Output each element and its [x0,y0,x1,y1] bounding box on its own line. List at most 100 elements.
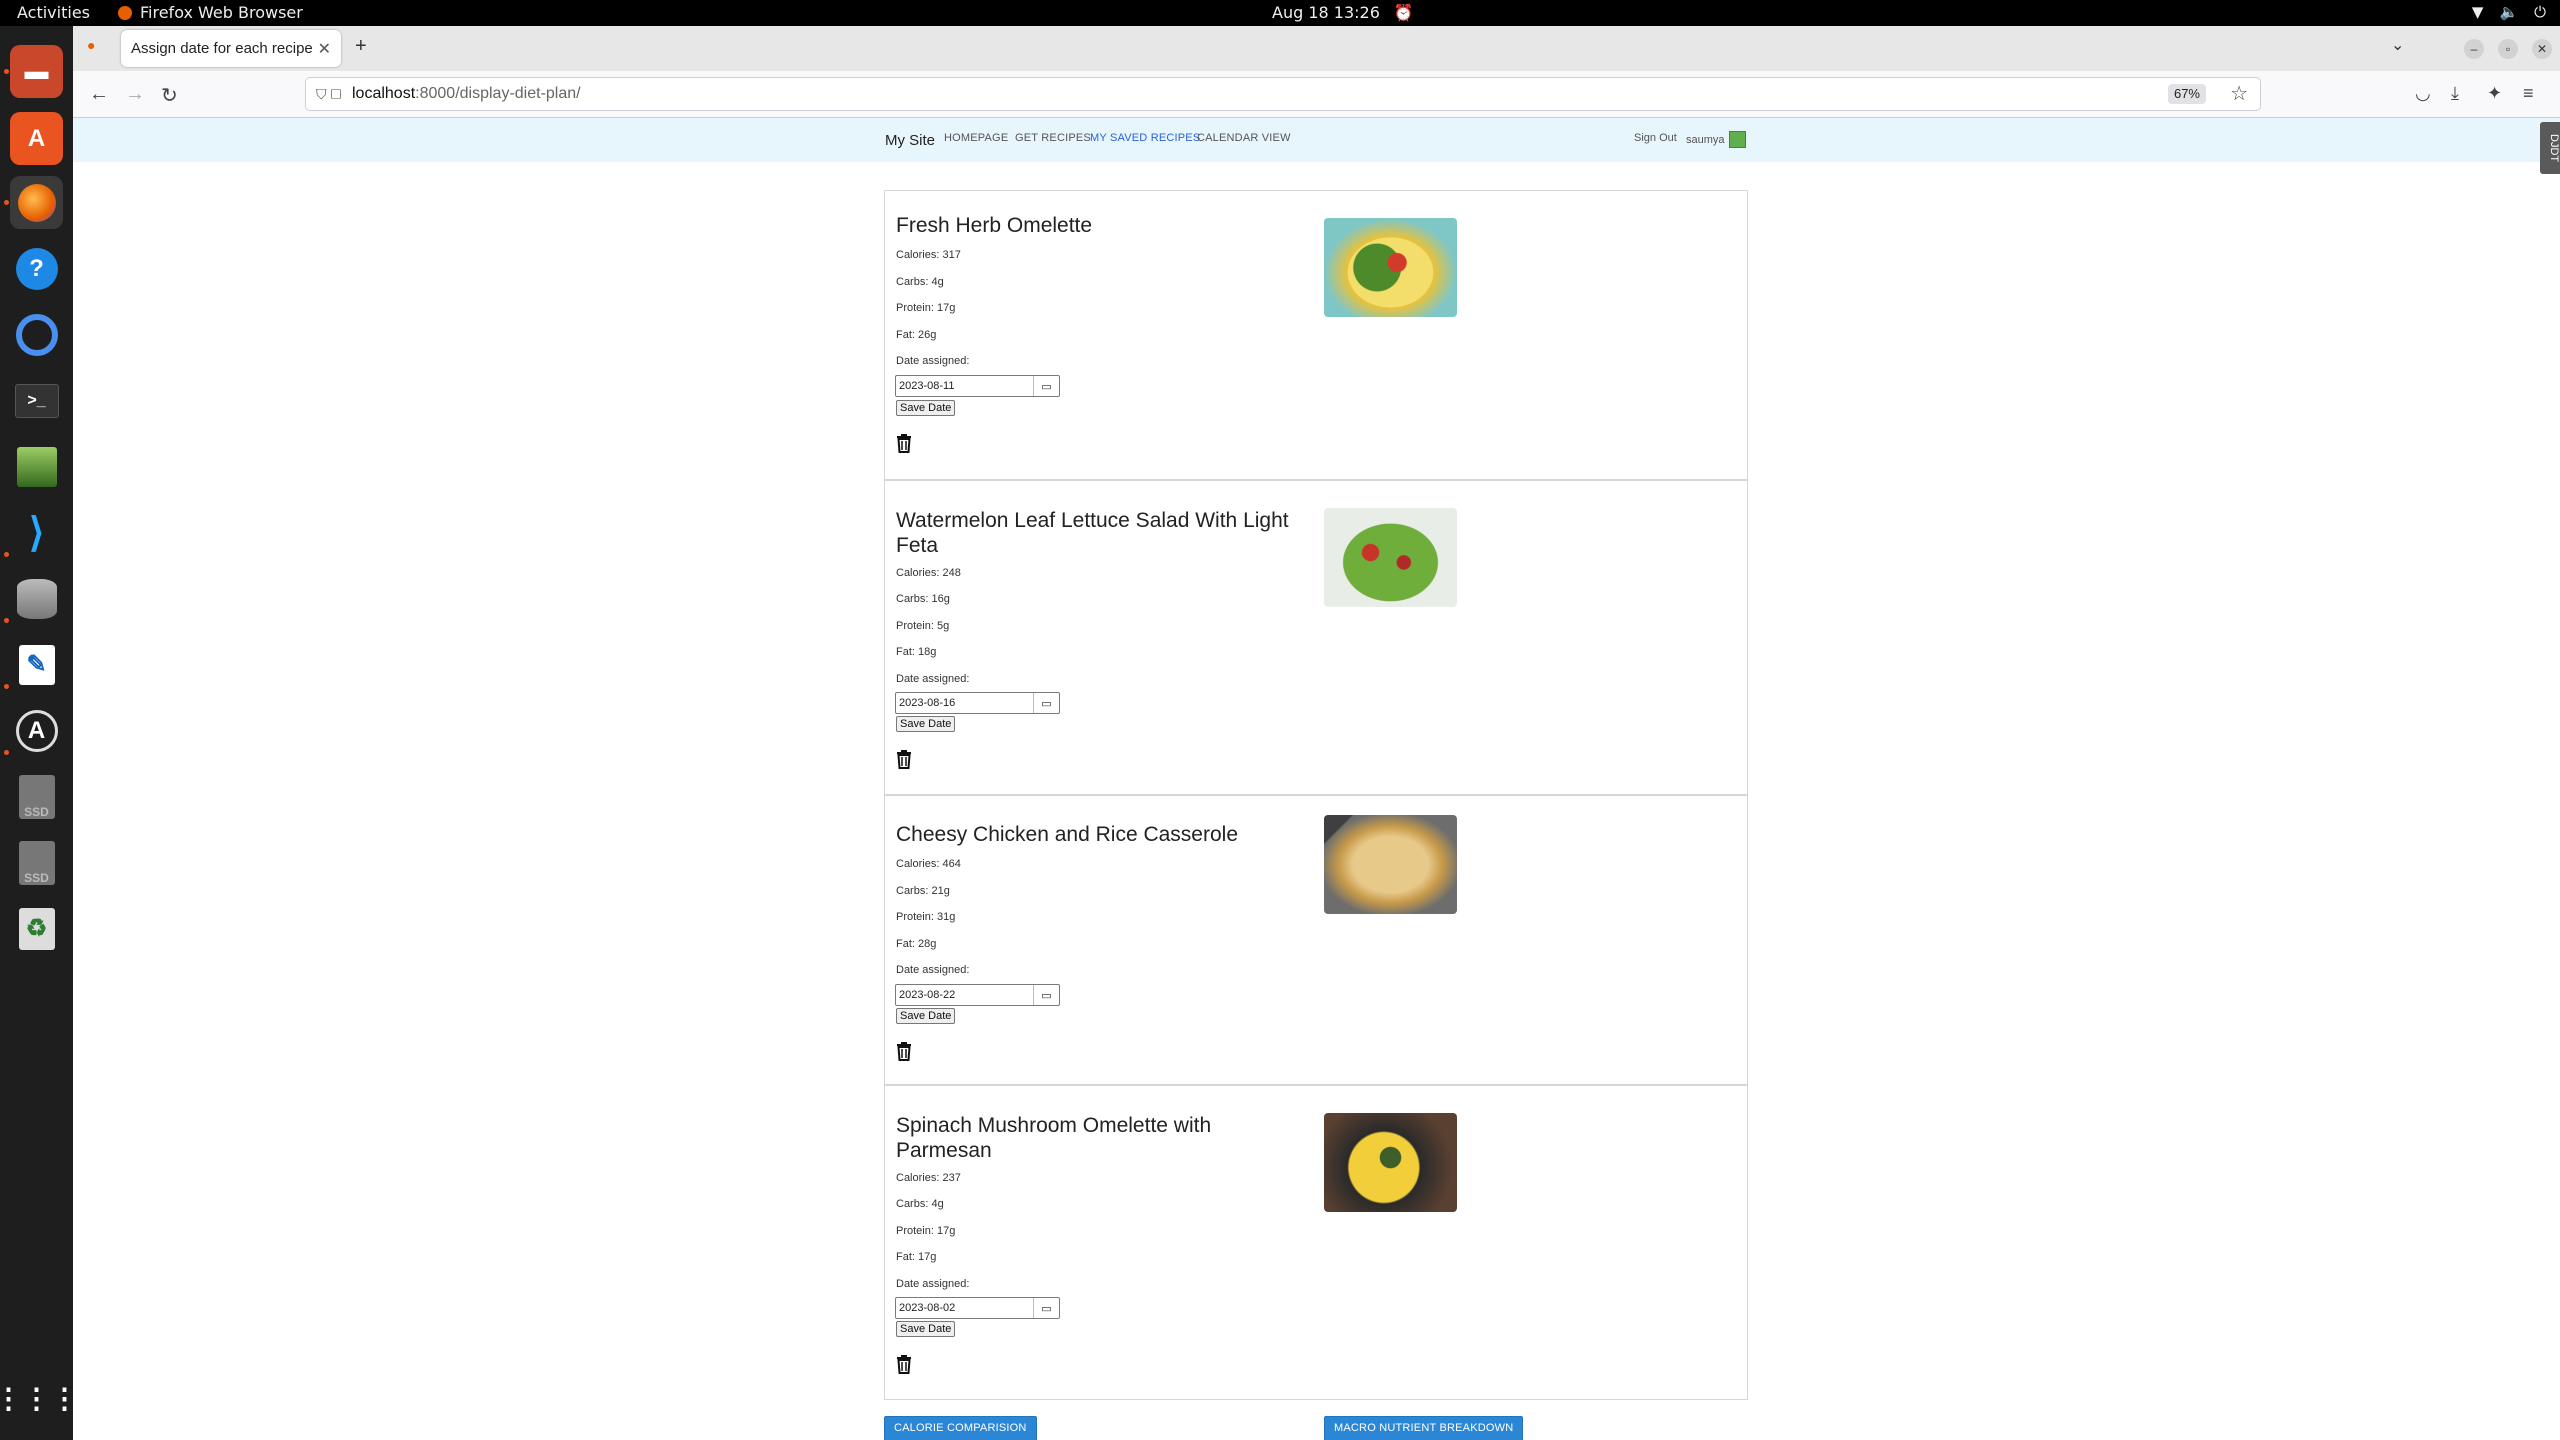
calendar-icon[interactable]: ▭ [1033,376,1059,396]
save-date-button[interactable]: Save Date [896,1008,956,1024]
maximize-icon[interactable]: ▫ [2498,39,2518,59]
recipe-protein: Protein: 17g [896,1225,956,1237]
running-indicator [4,552,9,557]
running-indicator [4,69,9,74]
text-editor-icon[interactable]: ✎ [10,638,63,691]
menu-hamburger-icon[interactable]: ≡ [2523,83,2534,104]
app-name: Firefox Web Browser [140,3,303,22]
app-menu[interactable]: Firefox Web Browser [118,3,303,22]
activities-button[interactable]: Activities [17,3,90,22]
back-icon[interactable]: ← [89,83,109,106]
save-date-button[interactable]: Save Date [896,716,956,732]
close-window-icon[interactable]: ✕ [2532,39,2552,59]
url-bar[interactable]: ⛉ ▢ localhost:8000/display-diet-plan/ 67… [305,77,2261,111]
terminal-icon[interactable]: >_ [10,374,63,427]
recipe-photo [1324,1113,1457,1212]
calendar-icon[interactable]: ▭ [1033,693,1059,713]
database-icon[interactable] [10,572,63,625]
trash-icon[interactable] [896,749,912,769]
nav-get-recipes[interactable]: GET RECIPES [1015,132,1091,144]
recipe-photo [1324,508,1457,607]
tracking-shield-icon[interactable]: ⛉ ▢ [306,86,352,103]
update-manager-icon[interactable]: A [10,704,63,757]
trash-icon[interactable] [896,1354,912,1374]
date-assigned-label: Date assigned: [896,673,970,685]
nav-my-saved-recipes[interactable]: MY SAVED RECIPES [1090,132,1200,144]
save-date-button[interactable]: Save Date [896,400,956,416]
pocket-icon[interactable]: ◡ [2415,83,2431,104]
ssd-drive-icon[interactable]: SSD [10,770,63,823]
show-apps-icon[interactable]: ⋮⋮⋮ [0,1372,79,1425]
trash-icon[interactable] [896,1041,912,1061]
recipe-fat: Fat: 17g [896,1251,937,1263]
bookmark-star-icon[interactable]: ☆ [2230,81,2248,106]
chromium-icon[interactable] [10,308,63,361]
close-tab-icon[interactable]: ✕ [318,39,331,59]
ssd-drive-icon-2[interactable]: SSD [10,836,63,889]
running-indicator [4,618,9,623]
dock: ▬ A ? >_ ⟩ ✎ A SSD SSD ♻ ⋮⋮⋮ [0,26,79,1440]
firefox-icon [118,5,132,20]
recipe-fat: Fat: 26g [896,329,937,341]
date-input[interactable]: 2023-08-16 ▭ [895,692,1060,714]
files-icon[interactable]: ▬ [10,45,63,98]
username: saumya [1686,133,1725,146]
recipe-calories: Calories: 248 [896,567,961,579]
recipe-carbs: Carbs: 4g [896,276,944,288]
recipe-carbs: Carbs: 21g [896,885,950,897]
calendar-icon[interactable]: ▭ [1033,985,1059,1005]
date-value: 2023-08-22 [899,989,956,1001]
site-brand[interactable]: My Site [885,132,935,149]
zoom-indicator[interactable]: 67% [2167,84,2206,104]
minimize-icon[interactable]: – [2464,39,2484,59]
save-date-button[interactable]: Save Date [896,1321,956,1337]
help-icon[interactable]: ? [10,242,63,295]
vscode-icon[interactable]: ⟩ [10,506,63,559]
nav-homepage[interactable]: HOMEPAGE [944,132,1008,144]
calendar-icon[interactable]: ▭ [1033,1298,1059,1318]
clock[interactable]: Aug 18 13:26 ⏰ [1272,3,1414,22]
sign-out-link[interactable]: Sign Out [1634,132,1677,144]
date-value: 2023-08-02 [899,1302,956,1314]
user-menu[interactable]: saumya [1686,131,1746,148]
forward-icon[interactable]: → [125,83,145,106]
firefox-window: ● Assign date for each recipe ✕ + ⌄ – ▫ … [73,26,2560,1440]
software-center-icon[interactable]: A [10,112,63,165]
url-path: :8000/display-diet-plan/ [415,85,581,102]
power-icon: ⏻ [2534,3,2546,21]
firefox-view-icon[interactable]: ● [87,37,95,53]
tab-active[interactable]: Assign date for each recipe ✕ [121,30,341,67]
date-assigned-label: Date assigned: [896,964,970,976]
date-input[interactable]: 2023-08-02 ▭ [895,1297,1060,1319]
macro-nutrient-breakdown-button[interactable]: MACRO NUTRIENT BREAKDOWN [1324,1416,1524,1440]
recipe-title: Fresh Herb Omelette [896,214,1093,237]
recipe-protein: Protein: 17g [896,302,956,314]
new-tab-icon[interactable]: + [355,35,367,58]
tab-title: Assign date for each recipe [131,40,313,57]
firefox-dock-icon[interactable] [10,176,63,229]
reload-icon[interactable]: ↻ [161,83,178,108]
page-content: My Site HOMEPAGE GET RECIPES MY SAVED RE… [73,118,2560,1440]
nav-calendar-view[interactable]: CALENDAR VIEW [1197,132,1291,144]
date-input[interactable]: 2023-08-11 ▭ [895,375,1060,397]
recipe-carbs: Carbs: 16g [896,593,950,605]
debug-toolbar-handle[interactable]: DJDT [2540,122,2560,174]
recipe-calories: Calories: 317 [896,249,961,261]
recipe-card: Spinach Mushroom Omelette with Parmesan … [884,1085,1748,1400]
trash-bin-icon[interactable]: ♻ [10,902,63,955]
image-viewer-icon[interactable] [10,440,63,493]
nav-toolbar: ← → ↻ ⛉ ▢ localhost:8000/display-diet-pl… [73,71,2560,118]
recipe-card: Fresh Herb Omelette Calories: 317 Carbs:… [884,190,1748,480]
list-tabs-chevron-icon[interactable]: ⌄ [2391,35,2404,55]
running-indicator [4,750,9,755]
extensions-icon[interactable]: ✦ [2487,83,2502,104]
date-value: 2023-08-16 [899,697,956,709]
recipe-title: Watermelon Leaf Lettuce Salad With Light… [896,509,1289,557]
downloads-icon[interactable]: ⤓ [2451,83,2459,104]
recipe-protein: Protein: 5g [896,620,950,632]
calorie-comparison-button[interactable]: CALORIE COMPARISION [884,1416,1037,1440]
trash-icon[interactable] [896,433,912,453]
tab-bar: ● Assign date for each recipe ✕ + ⌄ – ▫ … [73,26,2560,71]
system-tray[interactable]: ▼ 🔈 ⏻ [2472,3,2546,21]
date-input[interactable]: 2023-08-22 ▭ [895,984,1060,1006]
